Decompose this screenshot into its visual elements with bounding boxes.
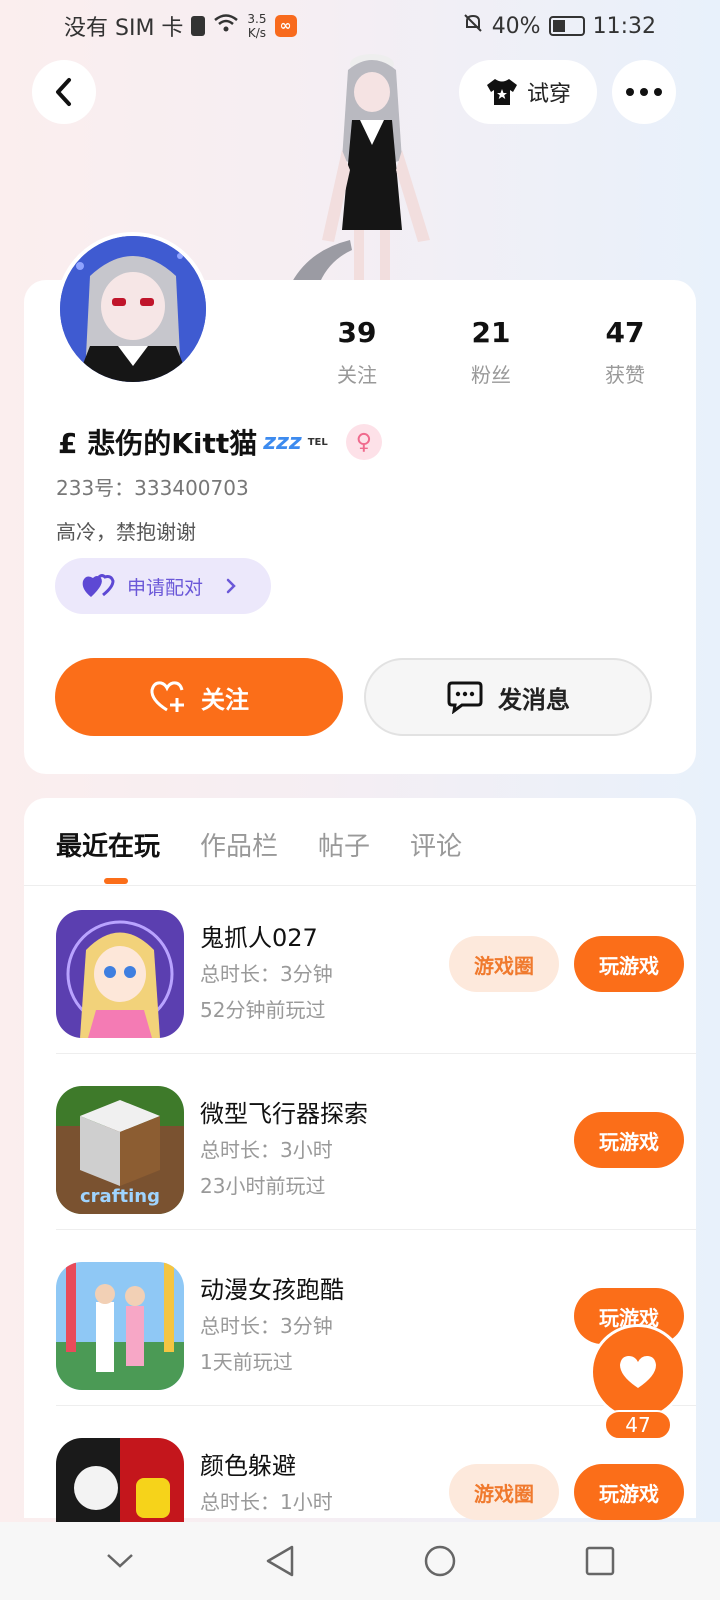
tab-comments[interactable]: 评论	[410, 826, 462, 863]
stat-label: 关注	[337, 363, 377, 387]
stat-followers[interactable]: 21 粉丝	[424, 316, 558, 388]
heart-plus-icon	[150, 681, 184, 712]
avatar[interactable]	[56, 232, 210, 386]
chevron-right-icon	[226, 578, 236, 594]
message-label: 发消息	[498, 685, 570, 714]
nav-recents-button[interactable]	[570, 1531, 630, 1591]
game-total-time: 总时长：1小时	[200, 1490, 333, 1514]
game-row[interactable]: 鬼抓人027 总时长：3分钟 52分钟前玩过 游戏圈 玩游戏	[56, 878, 696, 1054]
stat-value: 39	[337, 316, 377, 349]
game-title: 颜色躲避	[200, 1452, 296, 1480]
carrier-text: 没有 SIM 卡	[64, 16, 184, 41]
network-speed: 3.5 K/s	[247, 12, 267, 40]
recent-games-panel: 最近在玩 作品栏 帖子 评论 鬼抓人027 总时长：3分钟 52分钟前玩过 游戏…	[24, 798, 696, 1566]
back-button[interactable]	[32, 60, 96, 124]
female-gender-icon: ♀	[345, 424, 382, 460]
play-game-button[interactable]: 玩游戏	[574, 1112, 684, 1168]
pair-request-button[interactable]: 申请配对	[55, 558, 271, 614]
stat-value: 47	[605, 316, 645, 349]
square-recents-icon	[585, 1546, 615, 1576]
sleep-zzz-badge: zzz	[263, 429, 302, 455]
battery-icon	[548, 16, 585, 36]
game-icon[interactable]	[56, 1262, 184, 1390]
tab-recently-played[interactable]: 最近在玩	[56, 826, 160, 863]
nickname: £ 悲伤的Kitt猫 zzz TEL ♀	[58, 422, 382, 462]
tab-posts[interactable]: 帖子	[318, 826, 370, 863]
stat-label: 获赞	[605, 363, 645, 387]
wifi-icon	[213, 13, 239, 39]
double-heart-icon	[82, 574, 115, 597]
stat-following[interactable]: 39 关注	[290, 316, 424, 388]
follow-label: 关注	[201, 685, 249, 714]
follow-button[interactable]: 关注	[55, 658, 343, 736]
send-message-button[interactable]: 发消息	[364, 658, 652, 736]
floating-like-button[interactable]	[590, 1324, 686, 1420]
chat-bubble-icon	[447, 681, 483, 714]
tab-works[interactable]: 作品栏	[200, 826, 278, 863]
nav-home-button[interactable]	[410, 1531, 470, 1591]
game-icon[interactable]: crafting	[56, 1086, 184, 1214]
sim-alert-icon	[191, 16, 206, 36]
profile-tabs: 最近在玩 作品栏 帖子 评论	[56, 826, 462, 863]
game-last-played: 1天前玩过	[200, 1350, 293, 1374]
chevron-down-icon	[107, 1554, 133, 1568]
game-title: 鬼抓人027	[200, 924, 318, 952]
user-id[interactable]: 233号：333400703	[56, 472, 249, 501]
triangle-back-icon	[266, 1545, 294, 1577]
system-navigation-bar	[0, 1522, 720, 1600]
play-game-button[interactable]: 玩游戏	[574, 936, 684, 992]
hero-avatar-figure	[290, 50, 450, 282]
nav-collapse-button[interactable]	[90, 1531, 150, 1591]
game-total-time: 总时长：3分钟	[200, 1314, 333, 1338]
game-icon[interactable]	[56, 910, 184, 1038]
circle-home-icon	[424, 1545, 456, 1577]
game-icon-text: crafting	[80, 1186, 160, 1207]
game-title: 动漫女孩跑酷	[200, 1276, 344, 1304]
status-bar: 没有 SIM 卡 3.5 K/s ∞ 40% 11:32	[0, 0, 720, 52]
game-last-played: 52分钟前玩过	[200, 998, 326, 1022]
try-on-label: 试穿	[526, 82, 571, 107]
more-button[interactable]	[612, 60, 676, 124]
more-dots-icon	[626, 88, 662, 96]
nav-back-button[interactable]	[250, 1531, 310, 1591]
chevron-left-icon	[56, 78, 71, 106]
game-title: 微型飞行器探索	[200, 1100, 368, 1128]
stat-likes[interactable]: 47 获赞	[558, 316, 692, 388]
battery-percent: 40%	[491, 13, 541, 39]
game-row[interactable]: crafting 微型飞行器探索 总时长：3小时 23小时前玩过 玩游戏	[56, 1054, 696, 1230]
tel-badge: TEL	[307, 436, 328, 448]
game-total-time: 总时长：3分钟	[200, 962, 333, 986]
like-count-badge: 47	[604, 1410, 672, 1440]
mute-bell-icon	[462, 12, 484, 40]
stat-value: 21	[471, 316, 511, 349]
try-on-button[interactable]: 试穿	[459, 60, 597, 124]
profile-stats: 39 关注 21 粉丝 47 获赞	[290, 316, 692, 388]
play-game-button[interactable]: 玩游戏	[574, 1464, 684, 1520]
clock: 11:32	[592, 13, 656, 39]
game-total-time: 总时长：3小时	[200, 1138, 333, 1162]
stat-label: 粉丝	[471, 363, 511, 387]
game-circle-button[interactable]: 游戏圈	[449, 1464, 559, 1520]
game-last-played: 23小时前玩过	[200, 1174, 326, 1198]
app-notification-icon: ∞	[274, 15, 297, 37]
nickname-text: £ 悲伤的Kitt猫	[58, 427, 258, 460]
user-bio: 高冷，禁抱谢谢	[56, 520, 196, 544]
pair-label: 申请配对	[127, 576, 204, 599]
tshirt-icon	[486, 79, 517, 105]
game-circle-button[interactable]: 游戏圈	[449, 936, 559, 992]
heart-icon	[620, 1356, 656, 1388]
